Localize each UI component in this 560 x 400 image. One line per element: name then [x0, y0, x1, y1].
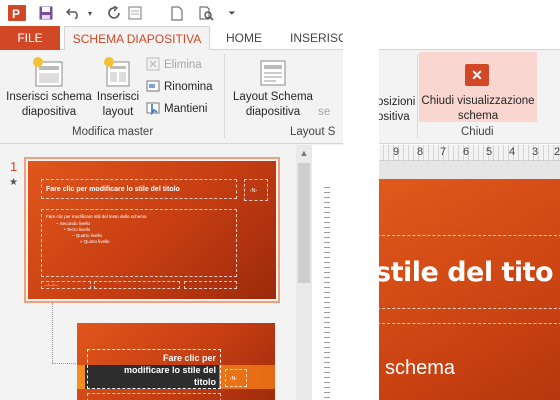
- undo-dropdown-icon[interactable]: ▾: [84, 2, 96, 24]
- ruler-mark: 6: [463, 146, 470, 158]
- customize-dropdown-icon[interactable]: ⏷: [226, 2, 238, 24]
- tab-file[interactable]: FILE: [0, 26, 60, 50]
- thumb1-title: Fare clic per modificare lo stile del ti…: [46, 186, 180, 193]
- date-placeholder: —/—/—: [41, 281, 91, 289]
- vertical-ruler: [324, 183, 330, 400]
- ruler-mark: 7: [440, 146, 447, 158]
- horizontal-ruler: 9 8 7 6 5 4 3 2: [379, 145, 560, 161]
- close-view-label-1: Chiudi visualizzazione: [421, 95, 535, 107]
- body-placeholder: Fare clic per modificare stili del testo…: [41, 209, 237, 277]
- master-layout-icon: [228, 56, 318, 90]
- tab-home[interactable]: HOME: [218, 26, 270, 50]
- slide-thumbnail-panel: 1 ★ Fare clic per modificare lo stile de…: [0, 145, 343, 400]
- group-separator: [417, 54, 418, 138]
- thumb1-body-line: Fare clic per modificare stili del testo…: [46, 214, 147, 219]
- powerpoint-window-secondary: osizioni ositiva ✕ Chiudi visualizzazion…: [379, 0, 560, 400]
- ruler-mark: 3: [532, 146, 539, 158]
- tab-slide-master[interactable]: SCHEMA DIAPOSITIVA: [64, 26, 210, 51]
- insert-slide-master-label-2: diapositiva: [21, 106, 77, 118]
- layout-connector-branch: [52, 363, 76, 364]
- footer-placeholder: [94, 281, 180, 289]
- positions-label-line: ositiva: [379, 111, 410, 123]
- ruler-mark: 2: [554, 146, 560, 158]
- scroll-thumb[interactable]: [298, 163, 310, 283]
- editor-edge: [312, 145, 343, 400]
- group-separator: [224, 54, 225, 138]
- close-master-view-button[interactable]: ✕ Chiudi visualizzazione schema: [419, 52, 537, 122]
- format-painter-icon[interactable]: [126, 2, 144, 24]
- preserve-label: Mantieni: [164, 103, 208, 115]
- ribbon: Inserisci schema diapositiva Inserisci l…: [0, 50, 343, 144]
- delete-label: Elimina: [164, 59, 202, 71]
- thumb1-body-line: » Quinto livello: [80, 239, 110, 244]
- ruler-mark: 4: [509, 146, 516, 158]
- insert-layout-label-1: Inserisci: [96, 91, 140, 103]
- delete-icon: [146, 57, 164, 74]
- thumb1-date: —/—/—: [44, 282, 59, 287]
- thumb2-title-line: titolo: [194, 377, 216, 387]
- ribbon-secondary: osizioni ositiva ✕ Chiudi visualizzazion…: [379, 50, 560, 144]
- thumb1-num: ‹N›: [250, 188, 257, 194]
- thumb2-title-line: Fare clic per: [162, 353, 216, 363]
- layout-thumbnail[interactable]: Fare clic per modificare lo stile del ti…: [77, 323, 275, 400]
- insert-layout-label-2: layout: [102, 106, 134, 118]
- insert-slide-master-icon: [2, 56, 96, 90]
- star-icon: ★: [9, 177, 18, 188]
- preserve-icon: [146, 101, 164, 118]
- vertical-scrollbar[interactable]: ▲: [296, 145, 312, 400]
- slide-master-canvas[interactable]: stile del tito schema: [379, 179, 560, 400]
- insert-layout-button[interactable]: Inserisci layout: [94, 56, 142, 124]
- quick-access-toolbar: P ▾ ⏷: [0, 0, 343, 26]
- thumb2-title-line: modificare lo stile del: [123, 365, 216, 375]
- close-view-label-2: schema: [457, 110, 499, 122]
- tab-insert[interactable]: INSERISC: [282, 26, 343, 50]
- preserve-button[interactable]: Mantieni: [146, 100, 207, 118]
- close-icon: ✕: [465, 64, 489, 86]
- rename-label: Rinomina: [164, 81, 213, 93]
- slide-editor-canvas: stile del tito schema: [379, 161, 560, 400]
- redo-icon[interactable]: [106, 2, 124, 24]
- layout-body-placeholder: [87, 393, 221, 400]
- svg-text:P: P: [12, 7, 20, 21]
- slide-number: 1: [10, 159, 18, 174]
- layout-title-placeholder: Fare clic per modificare lo stile del ti…: [87, 349, 221, 389]
- powerpoint-logo-icon[interactable]: P: [6, 2, 28, 24]
- ribbon-tabs: FILE SCHEMA DIAPOSITIVA HOME INSERISC: [0, 26, 343, 51]
- ruler-mark: 9: [393, 146, 400, 158]
- insert-slide-master-button[interactable]: Inserisci schema diapositiva: [2, 56, 96, 124]
- positions-label-partial: osizioni ositiva: [379, 95, 415, 125]
- ribbon-tabs-secondary: [379, 26, 560, 50]
- master-layout-button[interactable]: Layout Schema diapositiva: [228, 56, 318, 124]
- new-document-icon[interactable]: [168, 2, 186, 24]
- group-label-close: Chiudi: [461, 126, 494, 138]
- layout-number-placeholder: ‹N›: [225, 369, 247, 387]
- print-preview-icon[interactable]: [196, 2, 216, 24]
- positions-label-line: osizioni: [379, 96, 416, 108]
- slide-master-thumbnail[interactable]: Fare clic per modificare lo stile del ti…: [28, 161, 276, 299]
- thumb2-num: ‹N›: [230, 376, 237, 382]
- group-label-master-layout: Layout S: [290, 126, 336, 138]
- delete-button[interactable]: Elimina: [146, 56, 202, 74]
- title-area: [379, 0, 560, 26]
- scroll-up-icon[interactable]: ▲: [296, 145, 312, 161]
- powerpoint-window: P ▾ ⏷ FILE SCHEMA DIAPOSITIVA HOME INSER…: [0, 0, 343, 400]
- number-placeholder: ‹N›: [244, 179, 268, 201]
- canvas-body-text: schema: [385, 357, 456, 379]
- ruler-mark: 5: [486, 146, 493, 158]
- ruler-mark: 8: [417, 146, 424, 158]
- master-layout-label-1: Layout Schema: [233, 91, 313, 103]
- layout-connector: [52, 303, 53, 363]
- insert-slide-master-label-1: Inserisci schema: [6, 91, 92, 103]
- title-placeholder: Fare clic per modificare lo stile del ti…: [41, 179, 237, 199]
- insert-layout-icon: [94, 56, 142, 90]
- canvas-title-text: stile del tito: [379, 257, 554, 288]
- rename-icon: [146, 79, 164, 96]
- truncated-text: se: [318, 106, 331, 118]
- master-layout-label-2: diapositiva: [245, 106, 301, 118]
- footer-number-placeholder: [184, 281, 237, 289]
- save-icon[interactable]: [36, 2, 56, 24]
- undo-icon[interactable]: [64, 2, 82, 24]
- group-label-edit-master: Modifica master: [72, 126, 154, 138]
- rename-button[interactable]: Rinomina: [146, 78, 213, 96]
